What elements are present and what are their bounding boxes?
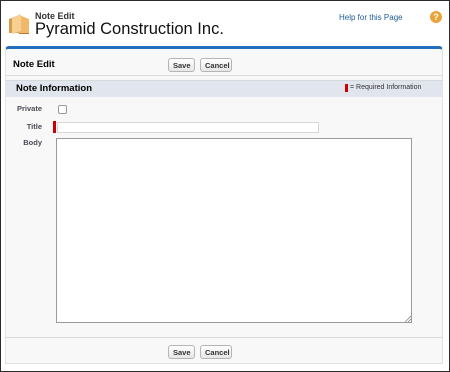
divider-bottom [5, 337, 443, 338]
body-textarea[interactable] [56, 138, 412, 323]
cancel-button-top[interactable]: Cancel [200, 58, 232, 72]
help-question-icon[interactable]: ? [430, 11, 442, 23]
section-title: Note Information [16, 83, 92, 94]
resize-grip-icon[interactable] [404, 315, 411, 322]
private-checkbox[interactable] [58, 105, 67, 114]
private-label: Private [16, 104, 42, 113]
panel-title: Note Edit [13, 59, 55, 70]
required-legend-text: = Required Information [350, 84, 422, 91]
body-label: Body [23, 138, 42, 147]
cancel-button-bottom[interactable]: Cancel [200, 345, 232, 359]
save-button-top[interactable]: Save [168, 58, 195, 72]
divider-top [5, 75, 443, 76]
folder-notes-icon [9, 14, 29, 34]
title-input[interactable] [57, 122, 319, 133]
required-indicator-legend [345, 84, 348, 92]
save-button-bottom[interactable]: Save [168, 345, 195, 359]
help-link[interactable]: Help for this Page [339, 13, 403, 22]
page-title: Pyramid Construction Inc. [35, 20, 224, 38]
title-required-indicator [53, 121, 56, 133]
title-label: Title [26, 122, 42, 131]
